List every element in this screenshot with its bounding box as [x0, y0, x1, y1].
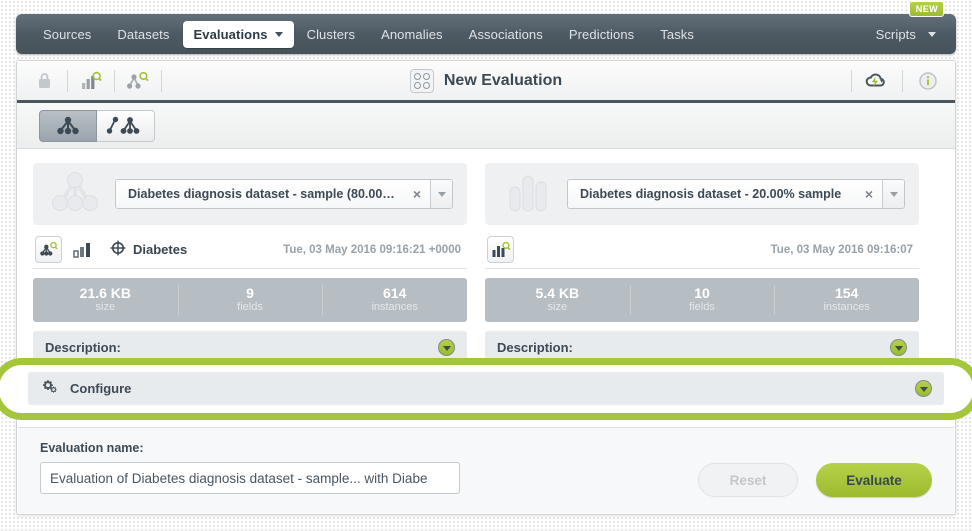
stat-instances: 614 instances [322, 278, 467, 322]
nav-item-scripts-label: Scripts [875, 26, 916, 42]
stat-fields: 9 fields [177, 278, 323, 322]
chevron-down-icon [928, 31, 936, 37]
model-stats: 21.6 KB size 9 fields 614 instances [33, 278, 467, 322]
nav-item-evaluations-label: Evaluations [193, 26, 268, 42]
tab-model[interactable] [39, 109, 97, 142]
footer-actions: Reset Evaluate [698, 441, 932, 497]
objective-field: Diabetes [110, 240, 187, 259]
objective-label: Diabetes [133, 242, 188, 257]
nav-item-tasks[interactable]: Tasks [647, 21, 707, 48]
model-tree-icon [47, 169, 103, 220]
chevron-down-icon[interactable] [438, 339, 455, 356]
cloud-bolt-icon[interactable] [862, 66, 892, 96]
model-description-label: Description: [45, 340, 121, 355]
stat-fields-label: fields [689, 301, 715, 314]
evaluation-toolbar: New Evaluation [17, 61, 955, 103]
dataset-meta-row: Tue, 03 May 2016 09:16:07 [485, 231, 919, 269]
toolbar-divider [114, 69, 115, 92]
toolbar-right-actions [843, 66, 943, 96]
stat-size-label: size [547, 301, 568, 314]
bar-chart-icon[interactable] [70, 237, 96, 263]
dataset-selector-box: Diabetes diagnosis dataset - 20.00% samp… [485, 163, 919, 225]
stat-fields-label: fields [237, 301, 263, 314]
model-select[interactable]: Diabetes diagnosis dataset - sample (80.… [115, 179, 453, 209]
model-timestamp: Tue, 03 May 2016 09:16:21 +0000 [283, 243, 461, 256]
nav-item-datasets[interactable]: Datasets [104, 21, 182, 48]
nav-item-predictions[interactable]: Predictions [556, 21, 647, 48]
chevron-down-icon [274, 31, 283, 37]
evaluation-name-input[interactable] [40, 462, 460, 494]
toolbar-divider [161, 69, 162, 92]
page-title: New Evaluation [17, 68, 955, 93]
model-panel: Diabetes diagnosis dataset - sample (80.… [33, 163, 467, 364]
stat-fields-value: 10 [694, 285, 710, 302]
toolbar-divider [851, 69, 852, 92]
stat-instances-label: instances [371, 301, 418, 314]
page-title-text: New Evaluation [443, 71, 563, 89]
stat-instances: 154 instances [774, 278, 919, 322]
stat-instances-value: 154 [835, 285, 859, 302]
evaluation-name-label: Evaluation name: [40, 441, 144, 455]
lock-icon[interactable] [29, 66, 59, 96]
main-navigation: Sources Datasets Evaluations Clusters An… [16, 0, 956, 54]
ensemble-tree-icon [106, 116, 139, 134]
content-card: New Evaluation Diabetes diagnosis datase… [16, 60, 956, 515]
comparison-panels: Diabetes diagnosis dataset - sample (80.… [33, 163, 939, 364]
model-select-value: Diabetes diagnosis dataset - sample (80.… [128, 187, 404, 201]
configure-row[interactable]: Configure [28, 372, 944, 405]
model-selector-box: Diabetes diagnosis dataset - sample (80.… [33, 163, 467, 225]
nav-item-clusters[interactable]: Clusters [294, 21, 368, 48]
stat-size-value: 5.4 KB [535, 285, 580, 302]
bar-chart-search-icon[interactable] [487, 236, 514, 263]
stat-size: 21.6 KB size [33, 278, 178, 322]
dataset-stats: 5.4 KB size 10 fields 154 instances [485, 278, 919, 322]
dataset-panel: Diabetes diagnosis dataset - 20.00% samp… [485, 163, 919, 364]
nav-item-sources[interactable]: Sources [30, 21, 104, 48]
model-tree-icon [57, 116, 79, 134]
tab-ensemble[interactable] [97, 109, 155, 142]
evaluate-button[interactable]: Evaluate [816, 463, 932, 497]
nav-item-anomalies[interactable]: Anomalies [368, 21, 456, 48]
stat-fields: 10 fields [629, 278, 775, 322]
stat-instances-value: 614 [383, 285, 407, 302]
clear-dataset-icon[interactable]: × [856, 187, 882, 201]
dataset-description-label: Description: [497, 340, 573, 355]
dataset-select[interactable]: Diabetes diagnosis dataset - 20.00% samp… [567, 179, 905, 209]
reset-button[interactable]: Reset [698, 463, 798, 497]
model-meta-row: Diabetes Tue, 03 May 2016 09:16:21 +0000 [33, 231, 467, 269]
dataset-select-arrow[interactable] [882, 180, 904, 208]
new-badge: NEW [908, 0, 944, 17]
gears-icon [40, 378, 60, 399]
configure-label: Configure [70, 381, 132, 396]
stat-instances-label: instances [823, 301, 870, 314]
stat-fields-value: 9 [246, 285, 254, 302]
bar-chart-search-icon[interactable] [76, 66, 106, 96]
info-icon[interactable] [913, 66, 943, 96]
nav-item-evaluations[interactable]: Evaluations [182, 20, 294, 48]
nav-item-scripts[interactable]: NEW Scripts [863, 0, 944, 48]
model-search-icon[interactable] [35, 236, 62, 263]
chevron-down-icon[interactable] [890, 339, 907, 356]
view-tabs [17, 103, 955, 149]
model-select-arrow[interactable] [430, 180, 452, 208]
dataset-select-value: Diabetes diagnosis dataset - 20.00% samp… [580, 187, 842, 201]
dataset-timestamp: Tue, 03 May 2016 09:16:07 [770, 243, 913, 256]
evaluation-footer: Evaluation name: Reset Evaluate [18, 427, 954, 513]
nav-item-associations[interactable]: Associations [456, 21, 556, 48]
evaluation-grid-icon [409, 68, 434, 93]
stat-size-value: 21.6 KB [79, 285, 132, 302]
evaluation-name-group: Evaluation name: [40, 441, 460, 494]
target-icon [110, 240, 126, 259]
stat-size-label: size [95, 301, 116, 314]
toolbar-divider [67, 69, 68, 92]
page-root: Sources Datasets Evaluations Clusters An… [0, 0, 972, 531]
clear-model-icon[interactable]: × [404, 187, 430, 201]
toolbar-divider [902, 69, 903, 92]
model-search-icon[interactable] [123, 66, 153, 96]
chevron-down-icon[interactable] [915, 380, 932, 397]
dataset-bars-icon [499, 169, 555, 220]
stat-size: 5.4 KB size [485, 278, 630, 322]
